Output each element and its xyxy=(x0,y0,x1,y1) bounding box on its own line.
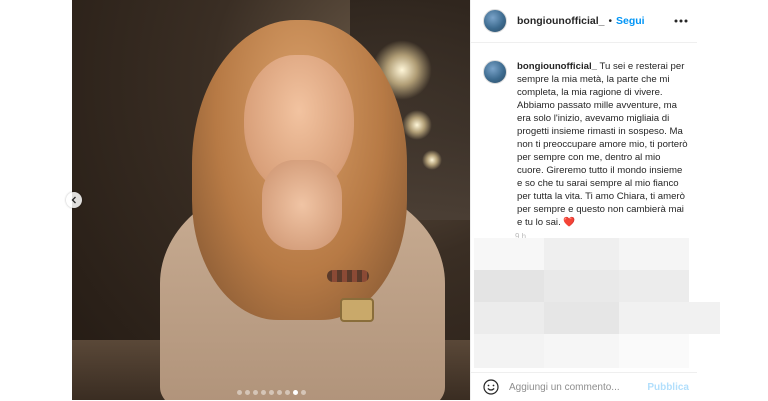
hands xyxy=(262,160,342,250)
carousel-dot xyxy=(292,390,298,395)
blur-block xyxy=(474,334,544,368)
publish-button[interactable]: Pubblica xyxy=(647,382,689,393)
blurred-comments xyxy=(474,238,720,368)
watch xyxy=(340,298,374,322)
comment-bar: Pubblica xyxy=(471,372,697,401)
carousel-dot xyxy=(268,390,274,395)
more-horizontal-icon xyxy=(674,19,688,23)
carousel-dot xyxy=(236,390,242,395)
blur-block xyxy=(544,334,619,368)
carousel-dot xyxy=(244,390,250,395)
header-separator: • xyxy=(608,15,613,27)
blur-block xyxy=(619,238,689,270)
carousel-dot xyxy=(260,390,266,395)
caption-avatar[interactable] xyxy=(483,60,507,84)
avatar[interactable] xyxy=(483,9,507,33)
carousel-indicator xyxy=(72,390,470,395)
blur-block xyxy=(474,238,544,270)
emoji-button[interactable] xyxy=(483,379,499,395)
blur-block xyxy=(619,302,720,334)
instagram-post-frame: bongiounofficial_ • Segui bongiounoffici… xyxy=(0,0,768,400)
header-username[interactable]: bongiounofficial_ xyxy=(517,15,605,27)
chevron-left-icon xyxy=(71,196,76,204)
post-header: bongiounofficial_ • Segui xyxy=(471,0,697,43)
bracelet xyxy=(327,270,369,282)
blur-block xyxy=(474,302,544,334)
follow-button[interactable]: Segui xyxy=(616,15,645,27)
blur-block xyxy=(544,238,619,270)
caption: bongiounofficial_ Tu sei e resterai per … xyxy=(483,60,689,229)
carousel-dot xyxy=(300,390,306,395)
carousel-dot xyxy=(252,390,258,395)
caption-username[interactable]: bongiounofficial_ xyxy=(517,61,597,72)
blur-block xyxy=(544,302,619,334)
heart-emoji: ❤️ xyxy=(563,217,576,228)
carousel-dot xyxy=(284,390,290,395)
caption-text: bongiounofficial_ Tu sei e resterai per … xyxy=(517,60,689,229)
blur-block xyxy=(619,334,689,368)
comment-input[interactable] xyxy=(509,381,639,393)
background-light xyxy=(422,150,442,170)
more-options-button[interactable] xyxy=(673,13,689,29)
background-light xyxy=(402,110,432,140)
smiley-icon xyxy=(483,379,499,395)
carousel-prev-button[interactable] xyxy=(66,192,82,208)
blur-block xyxy=(544,270,619,302)
caption-body: Tu sei e resterai per sempre la mia metà… xyxy=(517,61,688,228)
blur-block xyxy=(619,270,689,302)
post-photo[interactable] xyxy=(72,0,470,400)
carousel-dot xyxy=(276,390,282,395)
blur-block xyxy=(474,270,544,302)
